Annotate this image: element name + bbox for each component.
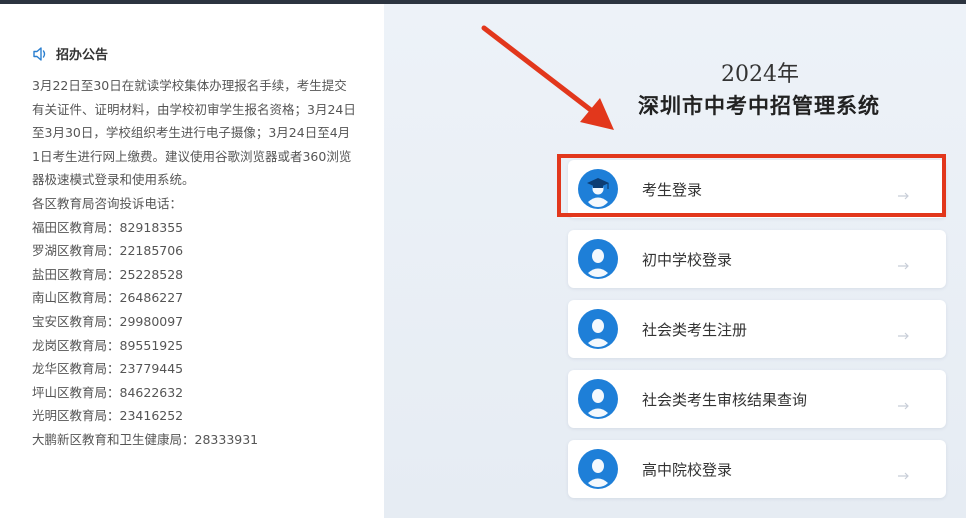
hotline-row: 大鹏新区教育和卫生健康局：28333931 [32, 428, 357, 452]
hotline-phone: 25228528 [119, 266, 184, 282]
hotline-district: 福田区教育局： [32, 219, 120, 235]
hotline-district: 南山区教育局： [32, 290, 120, 306]
middle-school-login-button[interactable]: 初中学校登录 [568, 230, 946, 288]
person-avatar-icon [578, 239, 618, 279]
hotline-row: 龙岗区教育局：89551925 [32, 334, 357, 358]
speaker-icon [32, 45, 50, 63]
notice-panel: 招办公告 3月22日至30日在就读学校集体办理报名手续，考生提交有关证件、证明材… [0, 4, 384, 518]
person-avatar-icon [578, 309, 618, 349]
card-label: 社会类考生注册 [642, 320, 748, 339]
hotline-row: 罗湖区教育局：22185706 [32, 239, 357, 263]
hotline-row: 坪山区教育局：84622632 [32, 381, 357, 405]
hotline-phone: 84622632 [119, 384, 184, 400]
arrow-right-icon [898, 185, 910, 200]
hotline-district: 光明区教育局： [32, 408, 120, 424]
person-avatar-icon [578, 449, 618, 489]
hotline-phone: 23779445 [119, 361, 184, 377]
hotline-phone: 22185706 [119, 243, 184, 259]
hotline-phone: 28333931 [194, 431, 259, 447]
hotline-row: 龙华区教育局：23779445 [32, 357, 357, 381]
hotline-row: 福田区教育局：82918355 [32, 216, 357, 240]
hotline-row: 南山区教育局：26486227 [32, 286, 357, 310]
hotline-row: 宝安区教育局：29980097 [32, 310, 357, 334]
hotline-row: 光明区教育局：23416252 [32, 404, 357, 428]
hotline-phone: 89551925 [119, 337, 184, 353]
social-candidate-review-query-button[interactable]: 社会类考生审核结果查询 [568, 370, 946, 428]
student-login-button[interactable]: 考生登录 [568, 160, 946, 218]
person-avatar-icon [578, 379, 618, 419]
card-label: 考生登录 [642, 180, 703, 199]
arrow-right-icon [898, 255, 910, 270]
hotline-district: 龙华区教育局： [32, 361, 120, 377]
hotline-phone: 26486227 [119, 290, 184, 306]
card-label: 初中学校登录 [642, 250, 733, 269]
high-school-login-button[interactable]: 高中院校登录 [568, 440, 946, 498]
hotline-list: 福田区教育局：82918355 罗湖区教育局：22185706 盐田区教育局：2… [32, 216, 357, 452]
system-title: 深圳市中考中招管理系统 [638, 94, 880, 118]
hotline-row: 盐田区教育局：25228528 [32, 263, 357, 287]
hotline-phone: 82918355 [119, 219, 184, 235]
hotline-district: 宝安区教育局： [32, 313, 120, 329]
arrow-right-icon [898, 325, 910, 340]
hotline-district: 龙岗区教育局： [32, 337, 120, 353]
notice-header: 招办公告 [32, 44, 108, 63]
card-label: 社会类考生审核结果查询 [642, 390, 808, 409]
hotline-district: 盐田区教育局： [32, 266, 120, 282]
graduate-cap-avatar-icon [578, 169, 618, 209]
hotline-phone: 29980097 [119, 313, 184, 329]
notice-title: 招办公告 [56, 48, 109, 63]
card-label: 高中院校登录 [642, 460, 733, 479]
hotline-district: 罗湖区教育局： [32, 243, 120, 259]
year-label: 2024年 [721, 62, 799, 87]
notice-paragraph: 3月22日至30日在就读学校集体办理报名手续，考生提交有关证件、证明材料，由学校… [32, 78, 356, 188]
hotline-title: 各区教育局咨询投诉电话： [32, 195, 183, 211]
hotline-district: 大鹏新区教育和卫生健康局： [32, 431, 195, 447]
hotline-phone: 23416252 [119, 408, 184, 424]
notice-body: 3月22日至30日在就读学校集体办理报名手续，考生提交有关证件、证明材料，由学校… [32, 74, 357, 452]
arrow-right-icon [898, 465, 910, 480]
social-candidate-register-button[interactable]: 社会类考生注册 [568, 300, 946, 358]
arrow-right-icon [898, 395, 910, 410]
hotline-district: 坪山区教育局： [32, 384, 120, 400]
